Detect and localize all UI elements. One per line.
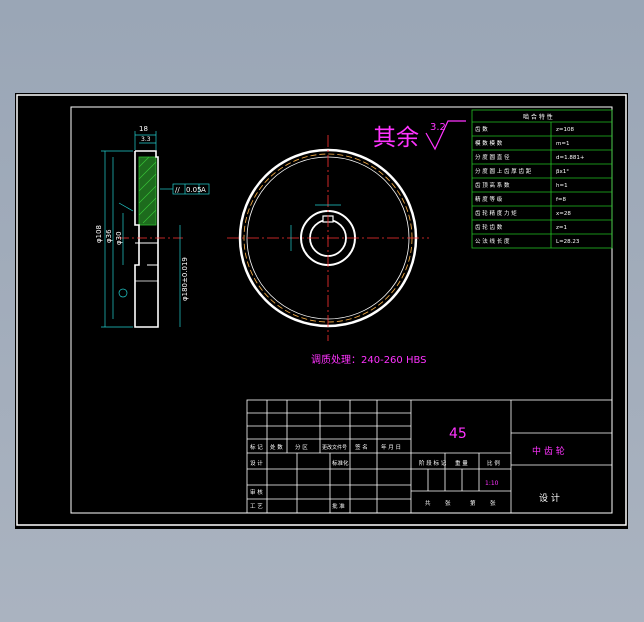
tolerance-datum: A [201, 186, 206, 194]
params-row-label: 公 法 线 长 度 [475, 237, 510, 245]
svg-text:审 核: 审 核 [250, 488, 263, 496]
roughness-note: 其余 [373, 125, 419, 151]
svg-text:阶 段 标 记: 阶 段 标 记 [419, 459, 447, 467]
params-row-value: f=8 [556, 197, 567, 203]
outer-border [16, 94, 627, 526]
dim-dia-bore: φ30 [115, 231, 123, 245]
company-label: 设 计 [539, 492, 560, 504]
svg-text:比 例: 比 例 [487, 459, 500, 467]
svg-text:处 数: 处 数 [270, 443, 283, 451]
svg-text:签 名: 签 名 [355, 443, 368, 451]
tolerance-symbol: // [175, 186, 180, 194]
part-name: 中 齿 轮 [532, 445, 565, 457]
params-row-value: d=1.881+ [556, 155, 585, 161]
dim-dia-mid: φ36 [105, 229, 113, 243]
params-row-label: 分 度 圆 上 齿 厚 齿 距 [475, 167, 532, 175]
svg-text:重 量: 重 量 [455, 459, 468, 467]
svg-text:批 准: 批 准 [332, 502, 345, 510]
params-row-value: L=28.23 [556, 239, 580, 245]
svg-text:共: 共 [425, 499, 431, 507]
params-row-label: 齿 轮 精 度 力 矩 [475, 209, 517, 217]
drawing-canvas[interactable]: 18 3.3 φ108 φ36 φ30 φ180±0.019 // 0.05 A… [15, 93, 628, 529]
params-row-label: 齿 顶 高 系 数 [475, 181, 510, 189]
params-row-value: z=108 [556, 127, 574, 133]
svg-text:张: 张 [490, 499, 496, 507]
params-row-value: x=28 [556, 211, 571, 217]
scale-value: 1:10 [485, 480, 499, 487]
dim-dia-outer: φ108 [95, 225, 103, 243]
params-row-value: z=1 [556, 225, 567, 231]
side-section-view: 18 3.3 φ108 φ36 φ30 φ180±0.019 // 0.05 A [95, 125, 210, 328]
params-row-value: m=1 [556, 141, 569, 147]
svg-text:年 月 日: 年 月 日 [381, 443, 401, 451]
tolerance-value: 0.05 [186, 186, 202, 194]
dim-dia-fit: φ180±0.019 [181, 257, 189, 301]
material-label: 45 [449, 426, 467, 442]
svg-text:第: 第 [470, 499, 476, 507]
dim-width-total: 18 [139, 125, 148, 133]
params-row-label: 精 度 等 级 [475, 195, 503, 203]
params-row-label: 模 数 模 数 [475, 139, 503, 147]
params-row-label: 齿 数 [475, 125, 488, 133]
svg-text:设 计: 设 计 [250, 459, 263, 467]
dim-width-hub: 3.3 [141, 136, 151, 143]
svg-text:工 艺: 工 艺 [250, 503, 263, 510]
params-row-value: h=1 [556, 183, 568, 189]
params-row-label: 分 度 圆 直 径 [475, 153, 510, 161]
svg-text:张: 张 [445, 499, 451, 507]
svg-text:分 区: 分 区 [295, 443, 308, 451]
svg-text:标 记: 标 记 [250, 443, 263, 451]
heat-treatment-note: 调质处理：240-260 HBS [311, 354, 427, 366]
svg-text:更改文件号: 更改文件号 [322, 444, 347, 451]
front-gear-view [227, 135, 429, 341]
params-row-value: βx1° [556, 169, 569, 175]
params-table-title: 啮 合 特 性 [523, 113, 553, 121]
svg-text:标准化: 标准化 [332, 459, 349, 467]
params-row-label: 齿 轮 齿 数 [475, 223, 503, 231]
